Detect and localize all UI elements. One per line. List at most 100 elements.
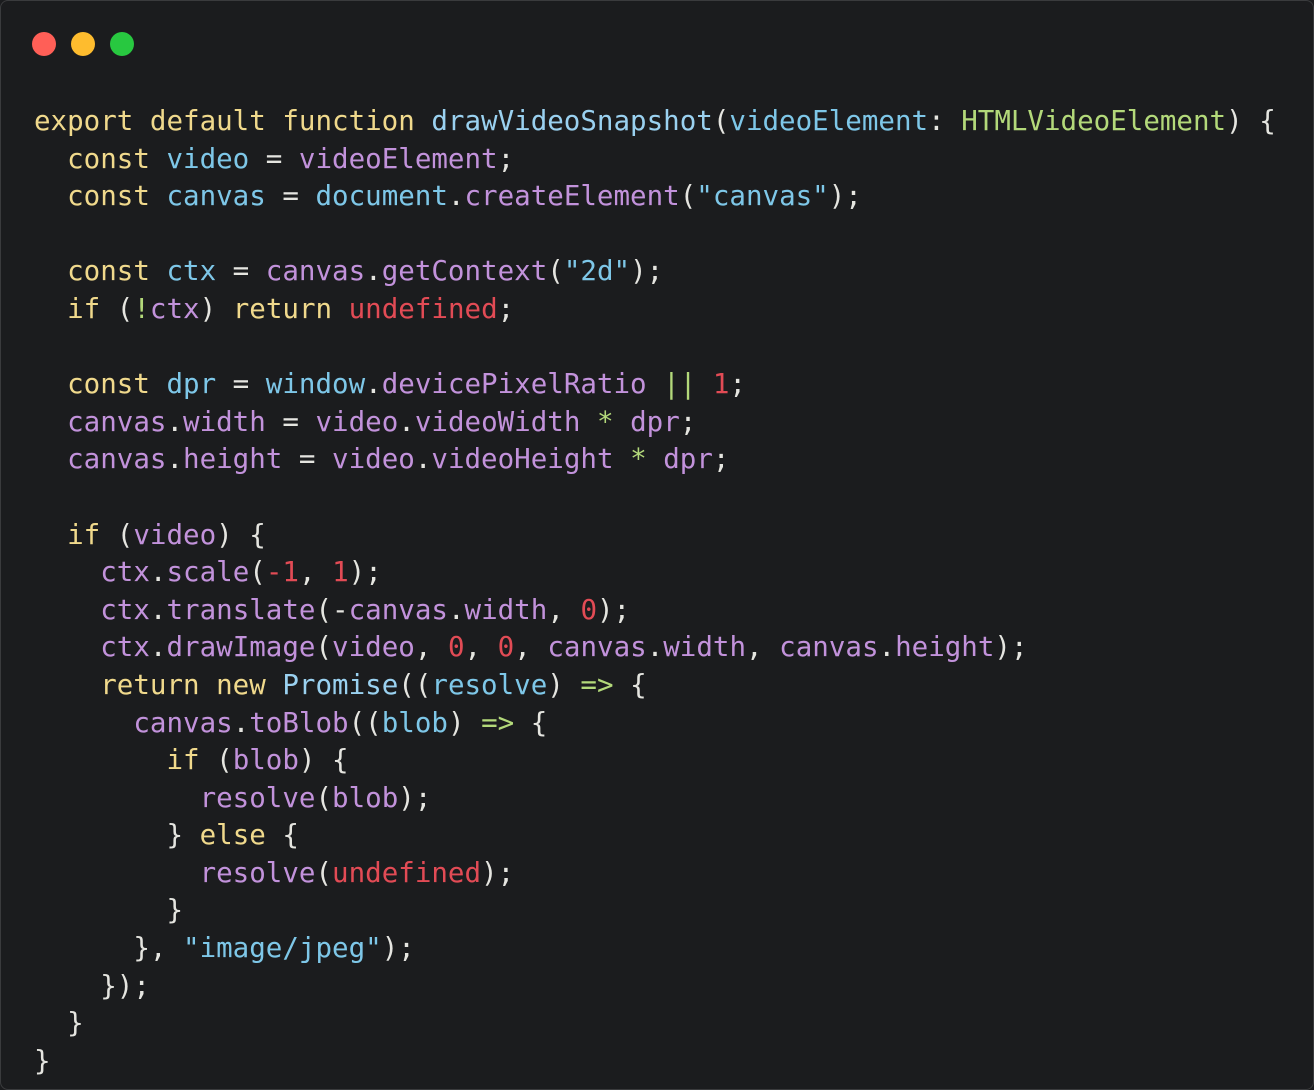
- code-token: 0: [497, 631, 515, 664]
- code-token: ,: [298, 556, 333, 589]
- code-token: (: [116, 518, 134, 551]
- code-token: height: [895, 631, 995, 664]
- code-token: const: [34, 255, 167, 288]
- code-token: (: [116, 292, 134, 325]
- code-token: .: [149, 593, 167, 626]
- code-token: canvas: [34, 443, 167, 476]
- code-token: ) {: [216, 518, 266, 551]
- code-token: resolve: [431, 668, 548, 701]
- code-token: ;: [729, 368, 746, 401]
- code-token: 0: [580, 593, 597, 626]
- code-token: dpr: [630, 405, 680, 438]
- code-token: const: [34, 142, 167, 175]
- code-token: ,: [746, 631, 780, 664]
- code-token: ;: [712, 443, 730, 476]
- code-token: scale: [166, 556, 250, 589]
- code-token: videoWidth: [414, 405, 581, 438]
- code-token: }: [34, 1044, 51, 1077]
- window-controls: [32, 32, 134, 56]
- code-token: ;: [679, 405, 697, 438]
- code-token: .: [149, 556, 167, 589]
- code-token: ): [447, 706, 482, 739]
- code-line: if (video) {: [34, 517, 1276, 555]
- code-token: (: [249, 556, 266, 589]
- code-token: drawVideoSnapshot: [431, 105, 713, 137]
- code-token: );: [994, 631, 1028, 664]
- code-token: },: [34, 932, 184, 965]
- code-token: if: [34, 292, 117, 325]
- minimize-icon[interactable]: [71, 32, 95, 56]
- code-token: if: [34, 744, 217, 777]
- code-token: if: [34, 518, 117, 551]
- code-line: ctx.translate(-canvas.width, 0);: [34, 592, 1276, 630]
- code-token: video: [166, 142, 250, 175]
- zoom-icon[interactable]: [110, 32, 134, 56]
- code-token: :: [928, 105, 962, 137]
- code-token: }: [34, 1007, 84, 1040]
- code-token: export default function: [34, 105, 432, 137]
- code-line: if (blob) {: [34, 742, 1276, 780]
- code-line: export default function drawVideoSnapsho…: [34, 103, 1276, 141]
- close-icon[interactable]: [32, 32, 56, 56]
- code-token: (: [216, 744, 233, 777]
- code-token: });: [34, 969, 150, 1002]
- code-block: export default function drawVideoSnapsho…: [34, 103, 1276, 1080]
- code-token: .: [878, 631, 896, 664]
- code-token: ,: [414, 631, 448, 664]
- code-token: *: [630, 443, 647, 476]
- code-token: video: [133, 518, 217, 551]
- code-token: ,: [547, 593, 581, 626]
- code-line: }, "image/jpeg");: [34, 930, 1276, 968]
- code-token: toBlob: [249, 706, 349, 739]
- code-token: getContext: [381, 255, 548, 288]
- code-token: 0: [447, 631, 465, 664]
- code-token: ,: [464, 631, 498, 664]
- code-token: (: [315, 631, 333, 664]
- code-token: (: [547, 255, 564, 288]
- code-token: window: [265, 368, 366, 401]
- code-line: ctx.drawImage(video, 0, 0, canvas.width,…: [34, 629, 1276, 667]
- code-token: else: [199, 819, 266, 852]
- code-token: *: [596, 405, 614, 438]
- code-token: videoElement: [298, 142, 498, 175]
- code-token: translate: [166, 593, 316, 626]
- code-token: {: [265, 819, 299, 852]
- code-token: drawImage: [166, 631, 316, 664]
- code-line: const canvas = document.createElement("c…: [34, 178, 1276, 216]
- code-token: canvas: [34, 405, 167, 438]
- code-token: blob: [381, 706, 448, 739]
- code-token: dpr: [663, 443, 713, 476]
- code-token: blob: [232, 744, 299, 777]
- code-token: const: [34, 180, 167, 213]
- code-token: (: [315, 781, 333, 814]
- code-token: createElement: [464, 180, 680, 213]
- code-token: ctx: [34, 556, 150, 589]
- code-token: 1: [332, 556, 349, 589]
- code-token: =>: [580, 668, 614, 701]
- code-window: export default function drawVideoSnapsho…: [0, 0, 1314, 1090]
- code-line: }: [34, 892, 1276, 930]
- code-token: video: [332, 631, 415, 664]
- code-line: if (!ctx) return undefined;: [34, 291, 1276, 329]
- code-token: );: [828, 180, 862, 213]
- code-token: );: [597, 593, 631, 626]
- code-line: canvas.width = video.videoWidth * dpr;: [34, 404, 1276, 442]
- code-token: devicePixelRatio: [381, 368, 647, 401]
- code-token: return: [232, 292, 349, 325]
- code-token: undefined: [348, 292, 498, 325]
- code-token: resolve: [34, 856, 316, 889]
- code-token: resolve: [34, 781, 316, 814]
- code-line: }: [34, 1043, 1276, 1081]
- code-token: .: [166, 405, 184, 438]
- code-token: width: [663, 631, 747, 664]
- code-token: const: [34, 368, 167, 401]
- code-token: );: [481, 856, 515, 889]
- code-token: ((: [348, 706, 382, 739]
- code-token: ||: [663, 368, 697, 401]
- code-token: undefined: [332, 856, 482, 889]
- code-token: width: [464, 593, 548, 626]
